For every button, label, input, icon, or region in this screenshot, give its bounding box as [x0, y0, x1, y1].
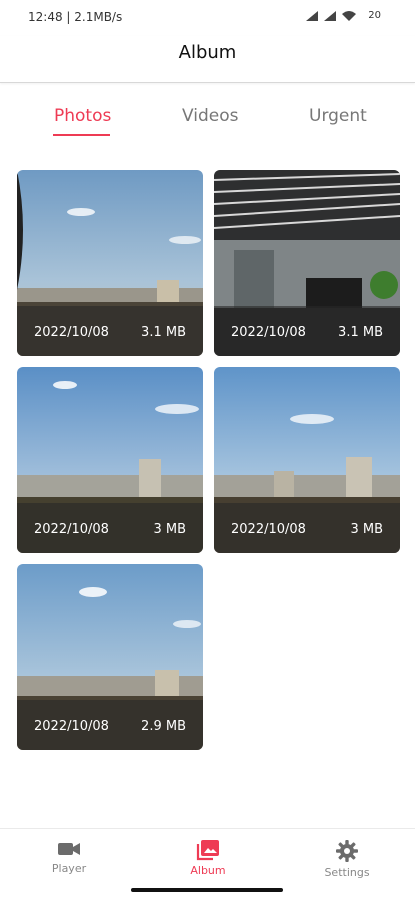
photo-tile[interactable]: 2022/10/08 3 MB — [214, 367, 400, 553]
battery-level: 20 — [368, 10, 381, 21]
photo-tile[interactable]: 2022/10/08 2.9 MB — [17, 564, 203, 750]
tab-urgent[interactable]: Urgent — [309, 106, 367, 126]
nav-label: Album — [190, 864, 226, 877]
tab-photos[interactable]: Photos — [54, 106, 111, 126]
photo-date: 2022/10/08 — [34, 325, 109, 340]
album-screen: 12:48 | 2.1MB/s 20 Album Photos Videos U… — [0, 0, 415, 900]
status-icons: 20 — [306, 10, 381, 21]
photo-tile[interactable]: 2022/10/08 3 MB — [17, 367, 203, 553]
nav-album[interactable]: Album — [168, 839, 248, 877]
photo-tile[interactable]: 2022/10/08 3.1 MB — [17, 170, 203, 356]
wifi-icon — [342, 10, 357, 21]
home-indicator[interactable] — [131, 888, 283, 892]
page-title: Album — [178, 42, 237, 63]
status-time-speed: 12:48 | 2.1MB/s — [28, 10, 123, 24]
album-tabs: Photos Videos Urgent — [0, 100, 415, 140]
photo-date: 2022/10/08 — [231, 522, 306, 537]
photo-size: 3 MB — [153, 522, 186, 537]
photo-date: 2022/10/08 — [231, 325, 306, 340]
album-icon — [196, 840, 219, 861]
photo-date: 2022/10/08 — [34, 522, 109, 537]
tab-videos[interactable]: Videos — [182, 106, 239, 126]
nav-settings[interactable]: Settings — [307, 839, 387, 879]
photo-size: 2.9 MB — [141, 719, 186, 734]
status-bar: 12:48 | 2.1MB/s 20 — [0, 0, 415, 36]
signal-icon — [324, 10, 337, 21]
photo-size: 3 MB — [350, 522, 383, 537]
video-camera-icon — [58, 843, 80, 855]
photo-caption: 2022/10/08 3 MB — [17, 503, 203, 553]
photo-caption: 2022/10/08 3 MB — [214, 503, 400, 553]
nav-label: Player — [51, 862, 87, 875]
photo-tile[interactable]: 2022/10/08 3.1 MB — [214, 170, 400, 356]
signal-icon — [306, 10, 319, 21]
photo-caption: 2022/10/08 3.1 MB — [214, 306, 400, 356]
photo-caption: 2022/10/08 3.1 MB — [17, 306, 203, 356]
gear-icon — [336, 840, 358, 862]
nav-player[interactable]: Player — [29, 839, 109, 875]
photo-caption: 2022/10/08 2.9 MB — [17, 700, 203, 750]
active-tab-indicator — [53, 134, 110, 136]
photo-size: 3.1 MB — [141, 325, 186, 340]
nav-label: Settings — [324, 866, 370, 879]
photo-size: 3.1 MB — [338, 325, 383, 340]
photo-date: 2022/10/08 — [34, 719, 109, 734]
app-header: Album — [0, 36, 415, 83]
